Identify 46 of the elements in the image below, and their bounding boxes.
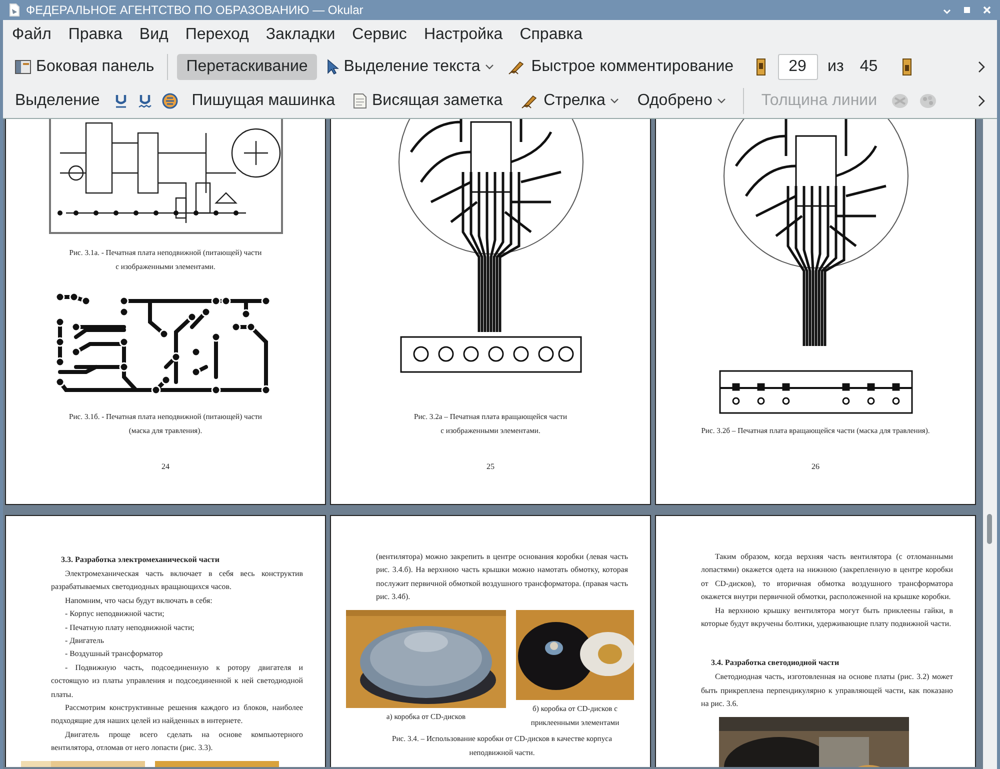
page-number: 24 bbox=[162, 462, 170, 472]
pen-icon bbox=[520, 93, 539, 109]
section-heading: 3.4. Разработка светодиодной части bbox=[711, 657, 840, 670]
toolbar-button[interactable]: Висящая заметка bbox=[348, 88, 507, 114]
caret-icon bbox=[485, 64, 494, 70]
menu-item[interactable]: Настройка bbox=[424, 26, 503, 44]
menu-item[interactable]: Справка bbox=[520, 26, 582, 44]
note-icon bbox=[352, 93, 367, 109]
toolbar-button[interactable]: Выделение текста bbox=[322, 54, 498, 80]
toolbar-button[interactable]: Перетаскивание bbox=[177, 54, 317, 80]
chevron-icon[interactable] bbox=[977, 95, 985, 107]
sidebar-icon bbox=[15, 60, 31, 74]
page-of-label: из bbox=[828, 58, 844, 76]
toolbar-button[interactable]: Выделение bbox=[11, 88, 104, 114]
close-icon[interactable] bbox=[982, 5, 992, 15]
menu-item[interactable]: Файл bbox=[12, 26, 52, 44]
menu-item[interactable]: Переход bbox=[185, 26, 249, 44]
toolbar-button[interactable]: Быстрое комментирование bbox=[504, 54, 738, 80]
page-number-field[interactable]: 29 bbox=[778, 54, 818, 80]
document-icon[interactable] bbox=[756, 58, 766, 76]
underline-icon[interactable] bbox=[114, 93, 128, 109]
page-number: 25 bbox=[486, 462, 494, 472]
toolbar-button[interactable]: Одобрено bbox=[633, 88, 730, 114]
toolbar-button[interactable]: Пишущая машинка bbox=[188, 88, 339, 114]
maximize-icon[interactable] bbox=[962, 5, 972, 15]
menu-item[interactable]: Сервис bbox=[352, 26, 407, 44]
section-heading: 3.3. Разработка электромеханической части bbox=[61, 554, 220, 566]
menu-item[interactable]: Закладки bbox=[266, 26, 336, 44]
caret-icon bbox=[717, 98, 726, 104]
pen-icon bbox=[508, 59, 526, 75]
document-icon[interactable] bbox=[902, 58, 912, 76]
toolbar-button[interactable]: Боковая панель bbox=[11, 54, 158, 80]
page-count: 45 bbox=[860, 58, 878, 76]
page-number: 26 bbox=[812, 462, 820, 472]
underline-icon[interactable] bbox=[138, 93, 152, 109]
cursor-icon bbox=[326, 59, 339, 75]
menu-item[interactable]: Вид bbox=[139, 26, 168, 44]
strikeout-icon[interactable] bbox=[162, 93, 178, 109]
caret-icon bbox=[610, 98, 620, 104]
toolbar-button[interactable]: Стрелка bbox=[516, 88, 624, 114]
chevron-icon[interactable] bbox=[977, 61, 985, 73]
app-icon bbox=[8, 3, 20, 17]
window-title: ФЕДЕРАЛЬНОЕ АГЕНТСТВО ПО ОБРАЗОВАНИЮ — Okular bbox=[26, 3, 364, 17]
scrollbar-thumb[interactable] bbox=[987, 514, 992, 544]
menu-item[interactable]: Правка bbox=[68, 26, 122, 44]
scrollbar[interactable] bbox=[983, 119, 997, 769]
